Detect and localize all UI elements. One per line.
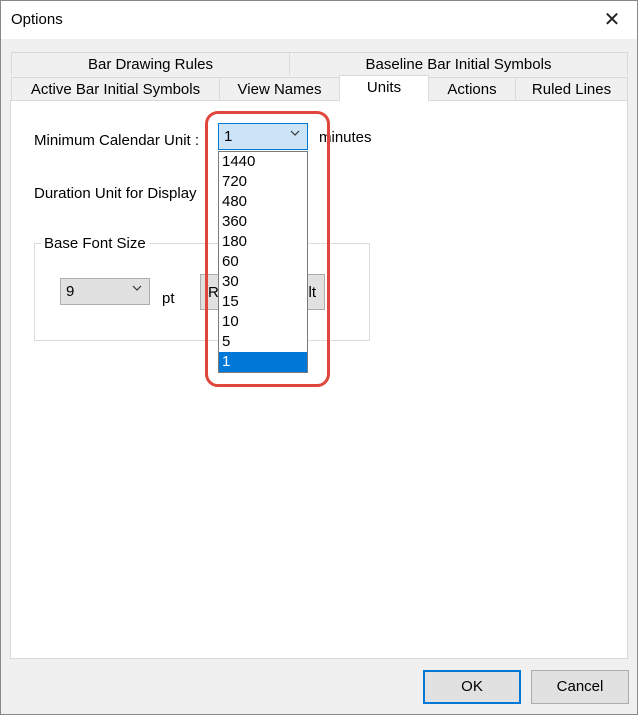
tab-active-bar-initial-symbols[interactable]: Active Bar Initial Symbols [11,77,220,100]
window-title: Options [11,11,63,28]
tab-bar-drawing-rules[interactable]: Bar Drawing Rules [11,52,290,75]
tab-row-bottom: Active Bar Initial Symbols View Names Un… [11,75,628,101]
options-dialog: Options ✕ Bar Drawing Rules Baseline Bar… [0,0,638,715]
base-font-size-title: Base Font Size [41,235,149,252]
duration-unit-label: Duration Unit for Display [34,185,197,202]
tab-baseline-bar-initial-symbols[interactable]: Baseline Bar Initial Symbols [289,52,628,75]
annotation-highlight [205,111,330,387]
tab-actions[interactable]: Actions [428,77,516,100]
ok-button[interactable]: OK [423,670,521,704]
tab-row-top: Bar Drawing Rules Baseline Bar Initial S… [11,52,628,76]
tab-ruled-lines[interactable]: Ruled Lines [515,77,628,100]
cancel-button[interactable]: Cancel [531,670,629,704]
pt-label: pt [162,290,175,307]
title-bar: Options ✕ [1,1,637,39]
tab-units[interactable]: Units [339,75,429,101]
close-icon[interactable]: ✕ [599,7,625,33]
min-calendar-unit-label: Minimum Calendar Unit : [34,132,200,149]
font-size-value: 9 [66,283,75,300]
chevron-down-icon [131,282,143,297]
tab-view-names[interactable]: View Names [219,77,340,100]
font-size-select[interactable]: 9 [60,278,150,305]
